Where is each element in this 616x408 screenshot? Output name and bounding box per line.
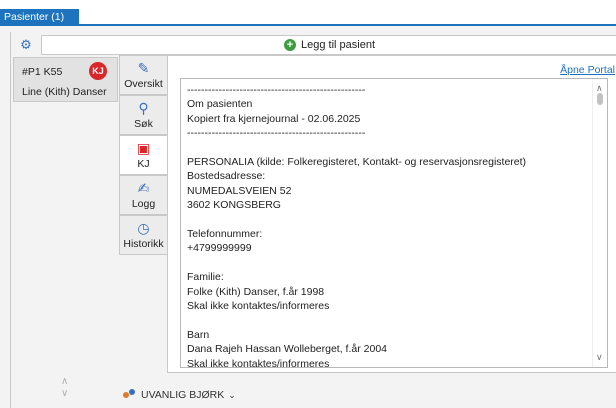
patient-card[interactable]: #P1 K55 KJ Line (Kith) Danser [13, 57, 118, 102]
kj-doc-icon: ▣ [136, 140, 151, 156]
journal-line: Om pasienten [187, 98, 253, 111]
journal-line [187, 213, 592, 227]
plus-circle-icon: + [284, 39, 296, 51]
list-scroll-controls: ∧ ∨ [61, 376, 68, 400]
scroll-down-icon[interactable]: ∨ [596, 352, 603, 363]
tab-pasienter[interactable]: Pasienter (1) [0, 9, 79, 26]
journal-line: Kopiert fra kjernejournal - 02.06.2025 [187, 112, 361, 125]
chevron-up-icon[interactable]: ∧ [61, 376, 68, 388]
journal-line: Telefonnummer: [187, 228, 263, 241]
journal-line [187, 141, 592, 155]
tab-oversikt-label: Oversikt [124, 78, 163, 90]
journal-line: NUMEDALSVEIEN 52 [187, 184, 292, 197]
journal-line: ----------------------------------------… [187, 84, 366, 96]
tab-kj[interactable]: ▣ KJ [119, 135, 167, 175]
side-navigation: ✎ Oversikt ⚲ Søk ▣ KJ ✍ Logg ◷ Historikk [119, 55, 167, 255]
user-status-label: UVANLIG BJØRK [141, 389, 225, 401]
open-portal-link[interactable]: Åpne Portal [560, 64, 615, 76]
user-status[interactable]: UVANLIG BJØRK ⌄ [123, 389, 236, 401]
vertical-scrollbar[interactable]: ∧ ∨ [592, 79, 607, 367]
chevron-down-icon[interactable]: ∨ [61, 388, 68, 400]
scroll-thumb[interactable] [597, 93, 603, 105]
journal-line [187, 256, 592, 270]
journal-line [187, 314, 592, 328]
tab-strip: Pasienter (1) [0, 0, 616, 26]
chevron-down-icon: ⌄ [228, 389, 236, 400]
journal-line: +4799999999 [187, 242, 252, 255]
tab-sok[interactable]: ⚲ Søk [119, 95, 167, 135]
tab-logg-label: Logg [131, 198, 156, 210]
search-icon: ⚲ [138, 100, 149, 116]
journal-line: Familie: [187, 271, 224, 284]
journal-textbox[interactable]: ----------------------------------------… [180, 78, 608, 368]
kj-panel: Åpne Portal ----------------------------… [167, 55, 616, 373]
patient-id: #P1 K55 [22, 66, 63, 78]
tab-logg[interactable]: ✍ Logg [119, 175, 167, 215]
journal-line: 3602 KONGSBERG [187, 199, 281, 212]
journal-line: Dana Rajeh Hassan Wolleberget, f.år 2004 [187, 343, 388, 356]
journal-line: Barn [187, 328, 210, 341]
history-icon: ◷ [137, 220, 150, 236]
patient-name: Line (Kith) Danser [22, 86, 107, 98]
add-patient-label: Legg til pasient [301, 39, 375, 51]
tab-historikk-label: Historikk [123, 238, 164, 250]
users-icon [123, 389, 137, 401]
tab-oversikt[interactable]: ✎ Oversikt [119, 55, 167, 95]
settings-icon[interactable]: ⚙ [19, 38, 33, 52]
kj-badge-icon: KJ [89, 62, 107, 80]
add-patient-button[interactable]: + Legg til pasient [41, 35, 616, 55]
journal-line: PERSONALIA (kilde: Folkeregisteret, Kont… [187, 156, 527, 169]
pencil-icon: ✎ [137, 60, 150, 76]
journal-line: Folke (Kith) Danser, f.år 1998 [187, 285, 325, 298]
journal-line: Skal ikke kontaktes/informeres [187, 300, 330, 313]
tab-kj-label: KJ [137, 158, 150, 170]
edit-log-icon: ✍ [137, 180, 150, 196]
journal-content: ----------------------------------------… [187, 83, 592, 368]
journal-line: Skal ikke kontaktes/informeres [187, 357, 330, 368]
main-frame: ⚙ + Legg til pasient #P1 K55 KJ Line (Ki… [10, 32, 616, 408]
journal-line: Bostedsadresse: [187, 170, 266, 183]
tab-sok-label: Søk [134, 118, 153, 130]
tab-historikk[interactable]: ◷ Historikk [119, 215, 167, 255]
journal-line: ----------------------------------------… [187, 127, 366, 140]
